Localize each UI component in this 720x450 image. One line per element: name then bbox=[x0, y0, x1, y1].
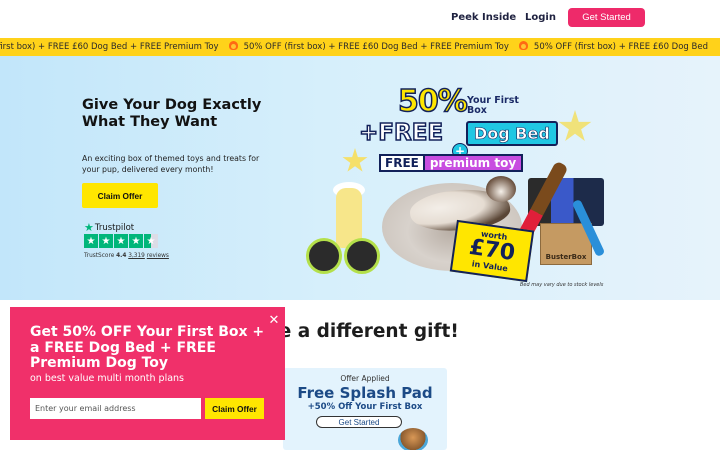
trustscore-text: TrustScore 4.4 3,319 reviews bbox=[84, 253, 169, 259]
promo-percent: 50% bbox=[397, 83, 468, 120]
glasses-lens bbox=[344, 238, 380, 274]
trustscore-label: TrustScore bbox=[84, 253, 115, 259]
promo-hero-image: 50% Your First Box +FREE Dog Bed + FREE … bbox=[300, 78, 620, 293]
get-started-button[interactable]: Get Started bbox=[568, 8, 645, 27]
star-icon bbox=[342, 148, 368, 172]
star-icon: ★ bbox=[99, 234, 113, 248]
star-icon: ★ bbox=[129, 234, 143, 248]
hero-section: Give Your Dog Exactly What They Want An … bbox=[0, 56, 720, 300]
popup-headline: Get 50% OFF Your First Box + a FREE Dog … bbox=[30, 324, 265, 371]
popup-subline: on best value multi month plans bbox=[30, 373, 185, 384]
star-icon: ★ bbox=[114, 234, 128, 248]
promo-dog-bed: Dog Bed bbox=[466, 121, 558, 146]
trustpilot-star-icon: ★ bbox=[84, 221, 94, 234]
glasses-toy-image bbox=[306, 238, 381, 274]
trustpilot-rating-stars: ★ ★ ★ ★ ★ bbox=[84, 234, 158, 248]
ticker-track: (first box) + FREE £60 Dog Bed + FREE Pr… bbox=[0, 41, 714, 52]
hero-title: Give Your Dog Exactly What They Want bbox=[82, 97, 262, 130]
ticker-item: 50% OFF (first box) + FREE £60 Dog Bed +… bbox=[243, 42, 509, 52]
offer-card-title: Free Splash Pad bbox=[297, 384, 433, 402]
promo-free-toy: FREE premium toy bbox=[379, 154, 524, 172]
email-input[interactable] bbox=[30, 398, 201, 419]
gift-section-heading: ose a different gift! bbox=[255, 321, 459, 342]
nav-login[interactable]: Login bbox=[525, 12, 556, 23]
offer-applied-label: Offer Applied bbox=[340, 374, 390, 383]
promo-first-box: Your First Box bbox=[467, 95, 519, 116]
nav-peek-inside[interactable]: Peek Inside bbox=[451, 12, 516, 23]
glasses-lens bbox=[306, 238, 342, 274]
promo-ticker: (first box) + FREE £60 Dog Bed + FREE Pr… bbox=[0, 38, 720, 56]
email-signup-popup: ✕ Get 50% OFF Your First Box + a FREE Do… bbox=[10, 307, 285, 440]
ticker-item: (first box) + FREE £60 Dog Bed + FREE Pr… bbox=[0, 42, 219, 52]
reviews-count: 3,319 bbox=[128, 253, 145, 259]
half-star-icon: ★ bbox=[144, 234, 158, 248]
bed-disclaimer: Bed may vary due to stock levels bbox=[520, 282, 604, 288]
gift-offer-card[interactable]: Offer Applied Free Splash Pad +50% Off Y… bbox=[283, 368, 447, 450]
fire-icon bbox=[228, 41, 238, 50]
trustscore-value: 4.4 bbox=[116, 253, 127, 259]
star-icon: ★ bbox=[84, 234, 98, 248]
star-icon bbox=[558, 110, 592, 141]
trustpilot-brand: Trustpilot bbox=[94, 222, 135, 233]
promo-plus-free: +FREE bbox=[358, 119, 444, 147]
offer-card-subtitle: +50% Off Your First Box bbox=[307, 402, 423, 412]
trustpilot-logo[interactable]: ★ Trustpilot bbox=[84, 221, 134, 234]
dog-head-image bbox=[486, 176, 516, 202]
offer-get-started-button[interactable]: Get Started bbox=[316, 416, 402, 428]
ticker-item: 50% OFF (first box) + FREE £60 Dog Bed bbox=[533, 42, 708, 52]
splash-pad-dog-image bbox=[398, 428, 428, 450]
promo-free-label: FREE bbox=[379, 154, 425, 172]
reviews-link[interactable]: 3,319 bbox=[128, 253, 145, 259]
reviews-label[interactable]: reviews bbox=[147, 253, 169, 259]
promo-premium-toy: premium toy bbox=[424, 154, 524, 172]
popup-claim-offer-button[interactable]: Claim Offer bbox=[205, 398, 264, 419]
worth-tag: worth £70 in Value bbox=[449, 219, 535, 283]
site-header: Peek Inside Login Get Started bbox=[0, 0, 720, 38]
hero-claim-offer-button[interactable]: Claim Offer bbox=[82, 183, 158, 208]
fire-icon bbox=[518, 41, 528, 50]
hero-subtitle: An exciting box of themed toys and treat… bbox=[82, 154, 260, 174]
